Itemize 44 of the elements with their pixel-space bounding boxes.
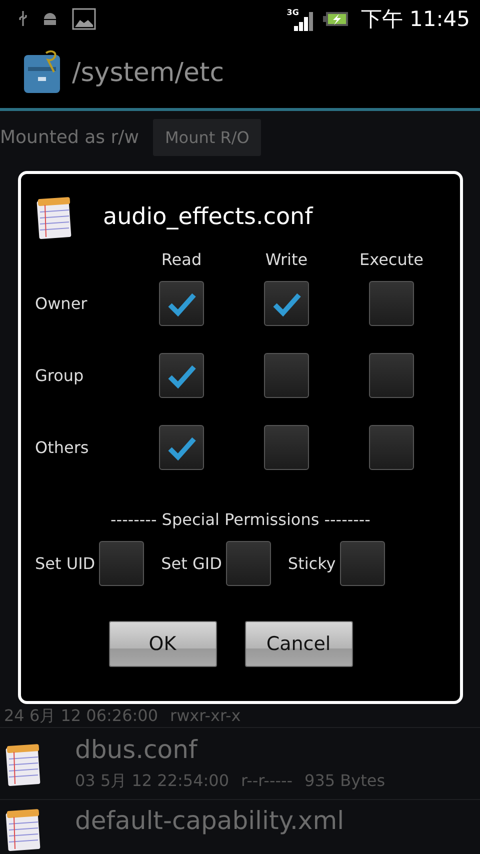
permission-checkbox[interactable]: [369, 353, 414, 398]
permission-checkbox[interactable]: [159, 281, 204, 326]
file-date: 24 6月 12 06:26:00: [4, 706, 158, 727]
permission-checkbox[interactable]: [369, 425, 414, 470]
file-name[interactable]: dbus.conf: [75, 735, 386, 765]
column-header: Read: [161, 250, 202, 269]
clock: 下午 11:45: [360, 6, 470, 33]
row-label: Owner: [35, 294, 88, 313]
network-type: 3G: [286, 8, 299, 17]
folder-path: /system/etc: [72, 58, 224, 88]
checkbox-label: Set UID: [35, 554, 96, 573]
file-name[interactable]: default-capability.xml: [75, 806, 344, 836]
section-heading: -------- Special Permissions --------: [110, 510, 372, 529]
checkmark-icon: [166, 434, 196, 460]
row-label: Group: [35, 366, 85, 385]
mount-status: Mounted as r/w: [0, 126, 139, 148]
file-date: 03 5月 12 22:54:00: [75, 771, 230, 792]
file-permissions: rwxr-xr-x: [170, 706, 241, 727]
cancel-button[interactable]: Cancel: [244, 621, 352, 667]
checkmark-icon: [166, 290, 196, 316]
checkmark-icon: [272, 290, 302, 316]
ok-button[interactable]: OK: [108, 621, 216, 667]
mount-button[interactable]: Mount R/O: [152, 118, 262, 156]
usb-icon: [18, 10, 28, 28]
file-size: 935 Bytes: [304, 771, 386, 792]
permission-checkbox[interactable]: [264, 281, 309, 326]
special-checkbox[interactable]: [99, 541, 144, 586]
battery-icon: [322, 11, 349, 27]
row-label: Others: [35, 438, 90, 457]
permission-checkbox[interactable]: [369, 281, 414, 326]
column-header: Write: [265, 250, 308, 269]
special-checkbox[interactable]: [226, 541, 271, 586]
column-header: Execute: [360, 250, 424, 269]
special-checkbox[interactable]: [340, 541, 385, 586]
permission-checkbox[interactable]: [264, 353, 309, 398]
permission-checkbox[interactable]: [159, 353, 204, 398]
file-permissions: r--r-----: [241, 771, 293, 792]
image-icon: [72, 8, 96, 30]
checkmark-icon: [166, 362, 196, 388]
permission-checkbox[interactable]: [159, 425, 204, 470]
permission-checkbox[interactable]: [264, 425, 309, 470]
checkbox-label: Set GID: [161, 554, 222, 573]
dialog-title: audio_effects.conf: [103, 204, 313, 230]
checkbox-label: Sticky: [288, 554, 336, 573]
